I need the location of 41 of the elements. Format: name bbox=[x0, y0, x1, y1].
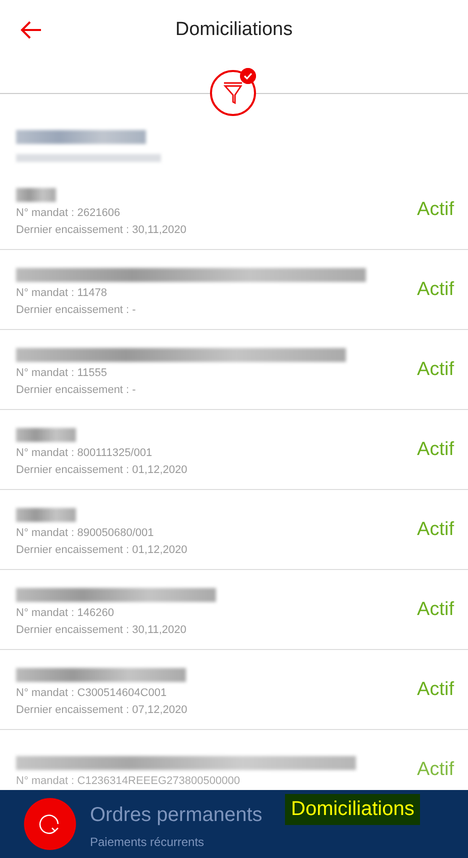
redacted-text bbox=[16, 508, 76, 522]
status-label: Actif bbox=[417, 518, 454, 540]
mandate-row[interactable]: N° mandat : C300514604C001 Dernier encaissement : 07,12,2020 Actif bbox=[0, 650, 468, 730]
mandate-number: N° mandat : 146260 bbox=[16, 606, 115, 618]
mandate-number: N° mandat : 11478 bbox=[16, 286, 108, 298]
mandate-number: N° mandat : 890050680/001 bbox=[16, 526, 155, 538]
funnel-icon bbox=[223, 81, 243, 105]
mandate-number: N° mandat : 800111325/001 bbox=[16, 446, 154, 458]
status-label: Actif bbox=[417, 278, 454, 300]
status-label: Actif bbox=[417, 758, 454, 780]
back-arrow-icon[interactable] bbox=[20, 20, 42, 40]
status-label: Actif bbox=[417, 198, 454, 220]
redacted-text bbox=[16, 428, 76, 442]
mandate-number: N° mandat : C300514604C001 bbox=[16, 686, 168, 698]
mandate-row[interactable]: N° mandat : 146260 Dernier encaissement : 30,11,2020 Actif bbox=[0, 570, 468, 650]
status-label: Actif bbox=[417, 358, 454, 380]
mandate-number: N° mandat : C1236314REEEG273800500000 bbox=[16, 775, 241, 787]
mandate-row[interactable]: N° mandat : 890050680/001 Dernier encaissement : 01,12,2020 Actif bbox=[0, 490, 468, 570]
bar-subtitle: Paiements récurrents bbox=[90, 834, 206, 848]
status-label: Actif bbox=[417, 678, 454, 700]
last-collection: Dernier encaissement : 07,12,2020 bbox=[16, 704, 188, 716]
redacted-text bbox=[16, 188, 56, 202]
page-title: Domiciliations bbox=[175, 19, 293, 41]
status-label: Actif bbox=[417, 598, 454, 620]
filter-button[interactable] bbox=[210, 70, 256, 116]
last-collection: Dernier encaissement : 30,11,2020 bbox=[16, 624, 188, 636]
mandate-row[interactable]: N° mandat : 11555 Dernier encaissement : - Actif bbox=[0, 330, 468, 410]
mandate-row[interactable]: N° mandat : 11478 Dernier encaissement : - Actif bbox=[0, 250, 468, 330]
last-collection: Dernier encaissement : - bbox=[16, 384, 137, 396]
mandate-number: N° mandat : 11555 bbox=[16, 366, 108, 378]
mandate-row[interactable]: N° mandat : 800111325/001 Dernier encaissement : 01,12,2020 Actif bbox=[0, 410, 468, 490]
last-collection: Dernier encaissement : 30,11,2020 bbox=[16, 224, 188, 236]
bar-title: Ordres permanents bbox=[90, 804, 262, 826]
last-collection: Dernier encaissement : - bbox=[16, 304, 137, 316]
mandate-row[interactable]: N° mandat : 2621606 Dernier encaissement : 30,11,2020 Actif bbox=[0, 170, 468, 250]
last-collection: Dernier encaissement : 01,12,2020 bbox=[16, 464, 188, 476]
status-label: Actif bbox=[417, 438, 454, 460]
highlighted-label: Domiciliations bbox=[285, 794, 420, 825]
mandate-number: N° mandat : 2621606 bbox=[16, 206, 122, 218]
recurring-button[interactable] bbox=[24, 798, 76, 850]
last-collection: Dernier encaissement : 01,12,2020 bbox=[16, 544, 188, 556]
